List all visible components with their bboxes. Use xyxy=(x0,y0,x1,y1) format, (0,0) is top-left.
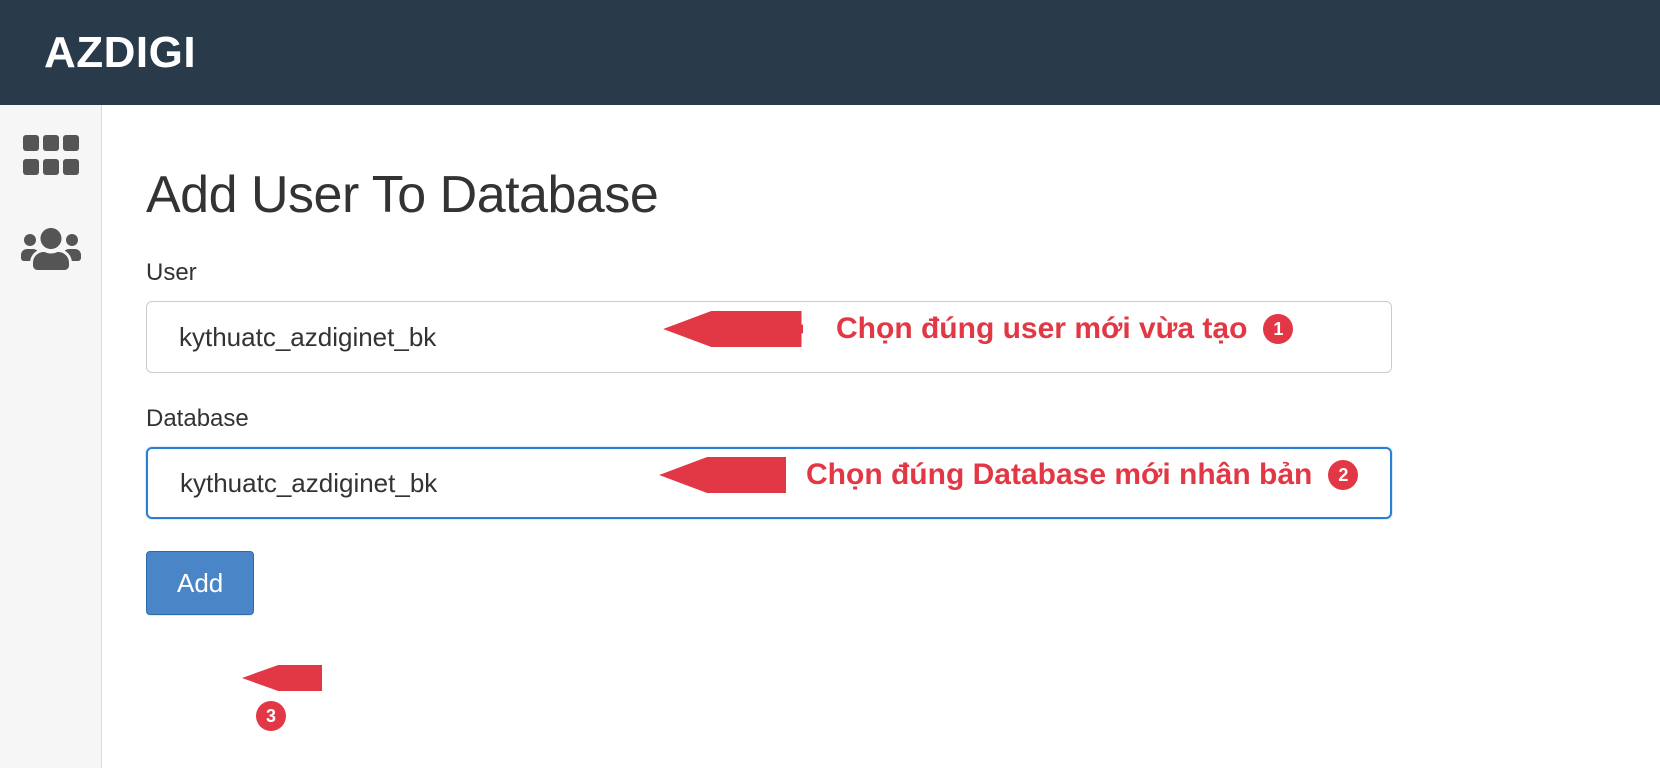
apps-grid-icon[interactable] xyxy=(23,135,79,179)
database-select[interactable]: kythuatc_azdiginet_bk xyxy=(146,447,1392,519)
page-title: Add User To Database xyxy=(146,165,1620,225)
database-select-value: kythuatc_azdiginet_bk xyxy=(180,468,437,499)
brand-title: AZDIGI xyxy=(44,28,196,78)
app-header: AZDIGI xyxy=(0,0,1660,105)
user-select-value: kythuatc_azdiginet_bk xyxy=(179,322,436,353)
main-content: Add User To Database User kythuatc_azdig… xyxy=(102,105,1660,768)
body-area: Add User To Database User kythuatc_azdig… xyxy=(0,105,1660,768)
user-label: User xyxy=(146,259,1620,287)
database-field-group: Database kythuatc_azdiginet_bk Chọn đúng… xyxy=(146,405,1620,519)
add-button[interactable]: Add xyxy=(146,551,254,615)
sidebar xyxy=(0,105,102,768)
database-label: Database xyxy=(146,405,1620,433)
annotation-3-badge: 3 xyxy=(256,701,286,731)
users-group-icon[interactable] xyxy=(19,225,83,278)
annotation-step-3: 3 xyxy=(232,665,322,731)
user-field-group: User kythuatc_azdiginet_bk Chọn đúng use… xyxy=(146,259,1620,373)
user-select[interactable]: kythuatc_azdiginet_bk xyxy=(146,301,1392,373)
